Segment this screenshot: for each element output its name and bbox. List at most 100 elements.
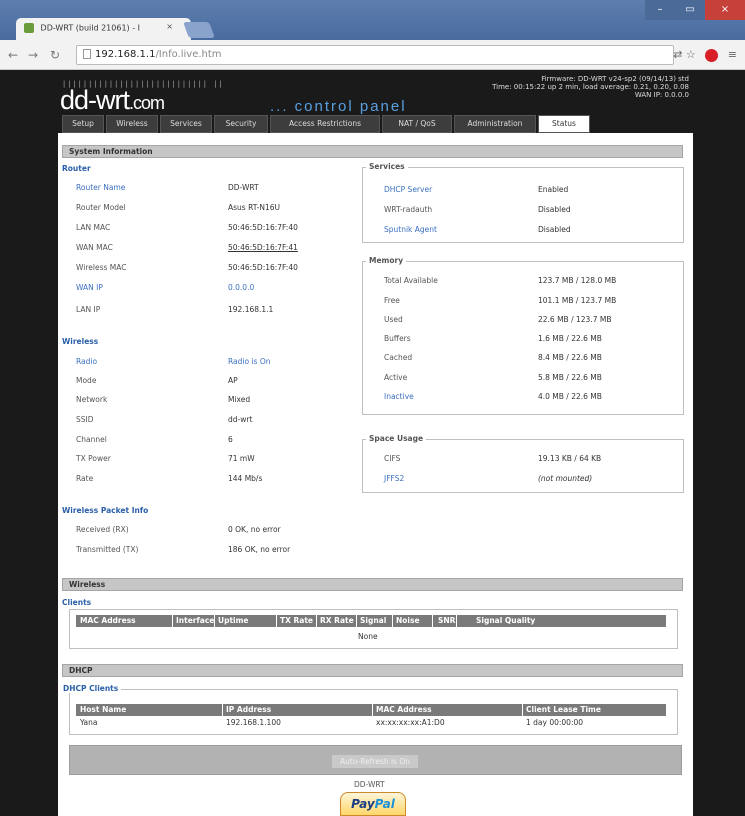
dhcp-table-header: Host Name IP Address MAC Address Client … <box>76 704 666 716</box>
jffs2-label: JFFS2 <box>384 474 405 483</box>
reload-icon[interactable]: ↻ <box>50 48 60 62</box>
rate-label: Rate <box>76 474 94 483</box>
col-sep <box>172 615 173 627</box>
lan-ip-label: LAN IP <box>76 305 101 314</box>
col-sep <box>456 615 457 627</box>
tx-label: Transmitted (TX) <box>76 545 139 554</box>
dhcp-lease-cell: 1 day 00:00:00 <box>526 718 584 727</box>
col-tx-rate: TX Rate <box>280 616 314 625</box>
page: |||||||||||||||||||||||||||| || dd-wrt.c… <box>0 71 745 816</box>
col-sep <box>222 704 223 716</box>
col-sep <box>432 615 433 627</box>
logo-suffix: .com <box>129 93 165 113</box>
page-icon <box>83 49 91 59</box>
col-sep <box>522 704 523 716</box>
router-model-label: Router Model <box>76 203 126 212</box>
tab-services[interactable]: Services <box>160 115 212 133</box>
ssid-value: dd-wrt <box>228 415 253 424</box>
url-path: /Info.live.htm <box>155 49 222 60</box>
mem-free-label: Free <box>384 296 400 305</box>
tab-administration[interactable]: Administration <box>454 115 536 133</box>
mem-inactive-value: 4.0 MB / 22.6 MB <box>538 392 602 401</box>
lan-ip-value: 192.168.1.1 <box>228 305 274 314</box>
menu-icon[interactable]: ≡ <box>728 48 737 61</box>
col-snr: SNR <box>438 616 456 625</box>
tx-value: 186 OK, no error <box>228 545 291 554</box>
browser-tab[interactable]: DD-WRT (build 21061) - I × <box>16 18 191 40</box>
status-content: System Information Router Router Name DD… <box>58 133 693 816</box>
col-host-name: Host Name <box>80 705 127 714</box>
url-host: 192.168.1.1 <box>95 49 156 60</box>
col-noise: Noise <box>396 616 420 625</box>
paypal-donate-button[interactable]: PayPal <box>340 792 406 816</box>
radauth-value: Disabled <box>538 205 571 214</box>
maximize-icon[interactable]: ▭ <box>675 0 705 20</box>
ddwrt-logo: dd-wrt.com <box>60 85 165 116</box>
col-interface: Interface <box>176 616 215 625</box>
control-panel-label: ... control panel <box>270 98 407 115</box>
wan-ip-label: WAN IP <box>76 283 103 292</box>
dhcp-server-label: DHCP Server <box>384 185 433 194</box>
extension-icon[interactable] <box>705 48 719 62</box>
radio-value: Radio is On <box>228 357 271 366</box>
translate-icon[interactable]: ⇄ <box>673 48 682 61</box>
router-name-value: DD-WRT <box>228 183 259 192</box>
col-rx-rate: RX Rate <box>320 616 354 625</box>
col-sep <box>276 615 277 627</box>
tab-security[interactable]: Security <box>214 115 268 133</box>
mem-inactive-label: Inactive <box>384 392 414 401</box>
new-tab-button[interactable] <box>183 22 215 38</box>
tab-nat-qos[interactable]: NAT / QoS <box>382 115 452 133</box>
tab-title: DD-WRT (build 21061) - I <box>40 23 140 33</box>
cifs-label: CIFS <box>384 454 401 463</box>
tab-setup[interactable]: Setup <box>62 115 104 133</box>
space-legend: Space Usage <box>366 434 427 443</box>
wan-mac-value: 50:46:5D:16:7F:41 <box>228 243 298 252</box>
auto-refresh-bar: Auto-Refresh is On <box>69 745 682 775</box>
minimize-icon[interactable]: – <box>645 0 675 20</box>
sputnik-value: Disabled <box>538 225 571 234</box>
col-sep <box>392 615 393 627</box>
col-mac-address: MAC Address <box>80 616 136 625</box>
col-lease-time: Client Lease Time <box>526 705 601 714</box>
tab-wireless[interactable]: Wireless <box>106 115 158 133</box>
clients-table-header: MAC Address Interface Uptime TX Rate RX … <box>76 615 666 627</box>
bookmark-star-icon[interactable]: ☆ <box>686 48 696 61</box>
auto-refresh-button[interactable]: Auto-Refresh is On <box>332 755 418 768</box>
clients-title: Clients <box>62 598 92 607</box>
ssid-label: SSID <box>76 415 94 424</box>
mem-cached-label: Cached <box>384 353 413 362</box>
browser-toolbar: ← → ↻ 192.168.1.1/Info.live.htm ⇄ ☆ ≡ <box>0 40 745 70</box>
close-window-icon[interactable]: × <box>705 0 745 20</box>
wan-ip-value: 0.0.0.0 <box>228 283 255 292</box>
rate-value: 144 Mb/s <box>228 474 263 483</box>
wan-mac-label: WAN MAC <box>76 243 113 252</box>
rx-label: Received (RX) <box>76 525 129 534</box>
main-menu: Setup Wireless Services Security Access … <box>58 115 693 133</box>
forward-icon[interactable]: → <box>28 48 38 62</box>
address-bar[interactable]: 192.168.1.1/Info.live.htm <box>76 45 674 65</box>
tx-power-label: TX Power <box>76 454 111 463</box>
router-name-label: Router Name <box>76 183 126 192</box>
mem-cached-value: 8.4 MB / 22.6 MB <box>538 353 602 362</box>
tab-status[interactable]: Status <box>538 115 590 133</box>
mem-total-label: Total Available <box>384 276 438 285</box>
footer-ddwrt: DD-WRT <box>354 780 385 789</box>
tab-access-restrictions[interactable]: Access Restrictions <box>270 115 380 133</box>
paypal-pay: Pay <box>351 797 375 811</box>
col-sep <box>372 704 373 716</box>
back-icon[interactable]: ← <box>8 48 18 62</box>
rx-value: 0 OK, no error <box>228 525 281 534</box>
firmware-info: Firmware: DD-WRT v24-sp2 (09/14/13) std … <box>459 75 689 99</box>
ddwrt-header: |||||||||||||||||||||||||||| || dd-wrt.c… <box>58 71 693 117</box>
lan-mac-value: 50:46:5D:16:7F:40 <box>228 223 298 232</box>
col-ip-address: IP Address <box>226 705 272 714</box>
close-tab-icon[interactable]: × <box>166 22 173 31</box>
browser-titlebar: DD-WRT (build 21061) - I × – ▭ × <box>0 0 745 40</box>
col-signal-quality: Signal Quality <box>476 616 536 625</box>
col-sep <box>356 615 357 627</box>
col-uptime: Uptime <box>218 616 249 625</box>
space-fieldset <box>362 439 684 493</box>
mode-label: Mode <box>76 376 97 385</box>
mem-active-value: 5.8 MB / 22.6 MB <box>538 373 602 382</box>
